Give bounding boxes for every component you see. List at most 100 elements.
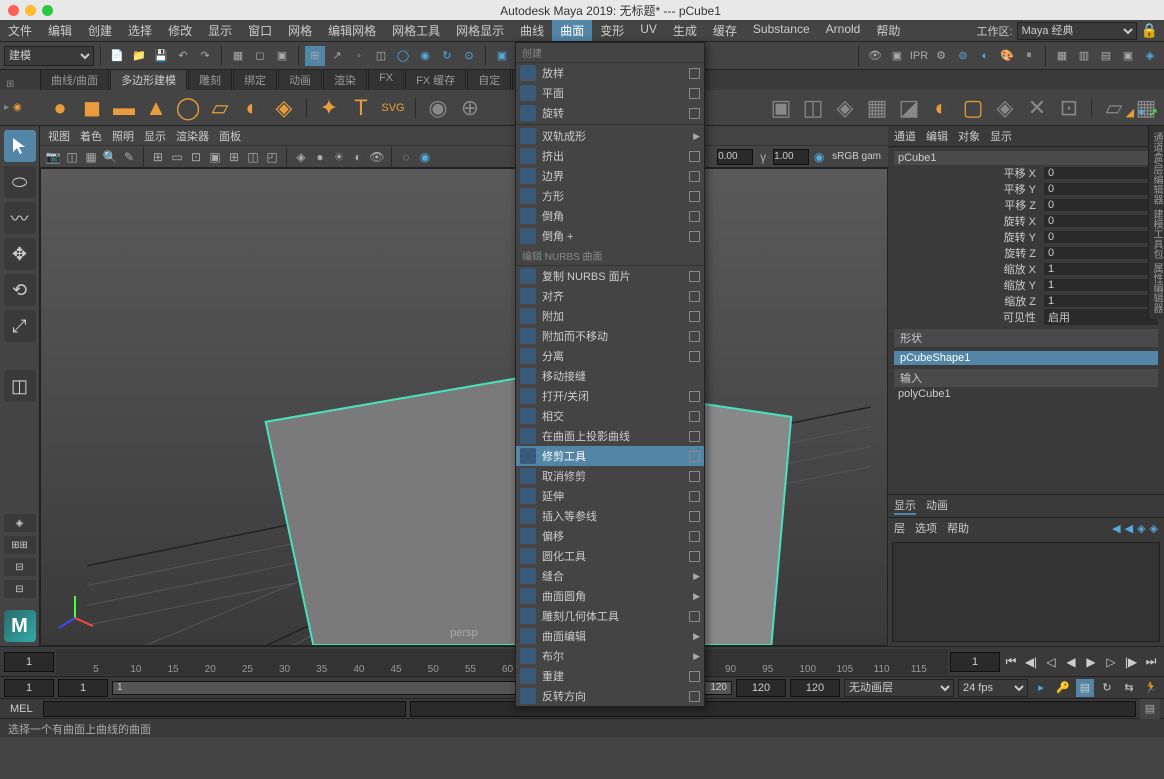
- dd-item-重建[interactable]: 重建: [516, 666, 704, 686]
- polycylinder-icon[interactable]: ▬: [110, 94, 138, 122]
- cb-attr-row[interactable]: 可见性启用: [894, 309, 1158, 325]
- layer-new-selected-icon[interactable]: ◈: [1150, 522, 1158, 535]
- vp-field-chart-icon[interactable]: ⊞: [225, 148, 243, 166]
- panel-layout-3-icon[interactable]: ▤: [1096, 46, 1116, 66]
- layer-new-empty-icon[interactable]: ◈: [1137, 522, 1145, 535]
- workspace-selector[interactable]: 工作区: Maya 经典 🔒: [977, 22, 1164, 40]
- cb-tab-object[interactable]: 对象: [958, 128, 980, 144]
- option-box-icon[interactable]: [689, 431, 700, 442]
- menu-变形[interactable]: 变形: [592, 20, 632, 41]
- dd-item-放样[interactable]: 放样: [516, 63, 704, 83]
- light-editor-icon[interactable]: ◐: [975, 46, 995, 66]
- vp-res-gate-icon[interactable]: ⊡: [187, 148, 205, 166]
- ipr-icon[interactable]: IPR: [909, 46, 929, 66]
- dd-item-曲面编辑[interactable]: 曲面编辑▶: [516, 626, 704, 646]
- option-box-icon[interactable]: [689, 108, 700, 119]
- menu-编辑网格[interactable]: 编辑网格: [320, 20, 384, 41]
- snap-curve-icon[interactable]: ↗: [327, 46, 347, 66]
- dd-item-取消修剪[interactable]: 取消修剪: [516, 466, 704, 486]
- option-box-icon[interactable]: [689, 671, 700, 682]
- option-box-icon[interactable]: [689, 88, 700, 99]
- shelf-tab-1[interactable]: 多边形建模: [110, 69, 187, 90]
- dd-item-延伸[interactable]: 延伸: [516, 486, 704, 506]
- dd-item-曲面圆角[interactable]: 曲面圆角▶: [516, 586, 704, 606]
- scale-tool[interactable]: ⤢: [4, 310, 36, 342]
- dd-item-对齐[interactable]: 对齐: [516, 286, 704, 306]
- vp-menu-renderer[interactable]: 渲染器: [176, 128, 209, 144]
- character-icon[interactable]: 🏃: [1142, 679, 1160, 697]
- side-tab-attribute-editor[interactable]: 属性编辑器: [1151, 263, 1164, 313]
- polycube-icon[interactable]: ◼: [78, 94, 106, 122]
- range-outer-start[interactable]: [4, 679, 54, 697]
- shelf-tab-8[interactable]: 自定: [467, 69, 511, 90]
- cb-attr-value[interactable]: 1: [1044, 263, 1158, 275]
- option-box-icon[interactable]: [689, 551, 700, 562]
- cb-object-name[interactable]: pCube1: [894, 151, 1158, 165]
- vp-2d-zoom-icon[interactable]: 🔍: [101, 148, 119, 166]
- dd-item-双轨成形[interactable]: 双轨成形▶: [516, 126, 704, 146]
- dd-item-分离[interactable]: 分离: [516, 346, 704, 366]
- dd-item-移动接缝[interactable]: 移动接缝: [516, 366, 704, 386]
- render-icon[interactable]: ▣: [492, 46, 512, 66]
- option-box-icon[interactable]: [689, 351, 700, 362]
- bevel-icon[interactable]: ◪: [895, 94, 923, 122]
- option-box-icon[interactable]: [689, 271, 700, 282]
- polydisc-icon[interactable]: ◐: [238, 94, 266, 122]
- cb-attr-row[interactable]: 缩放 Y1: [894, 277, 1158, 293]
- dd-item-打开/关闭[interactable]: 打开/关闭: [516, 386, 704, 406]
- render-setup-icon[interactable]: ⊚: [953, 46, 973, 66]
- svg-icon[interactable]: SVG: [379, 94, 407, 122]
- option-box-icon[interactable]: [689, 171, 700, 182]
- vp-film-gate-icon[interactable]: ▭: [168, 148, 186, 166]
- command-lang-label[interactable]: MEL: [4, 703, 39, 715]
- menu-修改[interactable]: 修改: [160, 20, 200, 41]
- shelf-tab-0[interactable]: 曲线/曲面: [40, 69, 109, 90]
- lasso-tool[interactable]: ⬭: [4, 166, 36, 198]
- layer-tab-anim[interactable]: 动画: [926, 497, 948, 515]
- move-tool[interactable]: ✥: [4, 238, 36, 270]
- smooth-icon[interactable]: ▢: [959, 94, 987, 122]
- option-box-icon[interactable]: [689, 491, 700, 502]
- vp-grease-icon[interactable]: ✎: [120, 148, 138, 166]
- dd-item-旋转[interactable]: 旋转: [516, 103, 704, 123]
- maximize-window-icon[interactable]: [42, 5, 53, 16]
- vp-exposure-input[interactable]: [717, 149, 753, 165]
- range-outer-end[interactable]: [790, 679, 840, 697]
- vp-colorspace[interactable]: sRGB gam: [829, 151, 884, 162]
- go-to-end-icon[interactable]: ⏭: [1142, 653, 1160, 671]
- layer-menu-layers[interactable]: 层: [894, 520, 905, 536]
- range-inner-start[interactable]: [58, 679, 108, 697]
- option-box-icon[interactable]: [689, 231, 700, 242]
- rotate-tool[interactable]: ⟲: [4, 274, 36, 306]
- option-box-icon[interactable]: [689, 511, 700, 522]
- cb-attr-row[interactable]: 旋转 X0: [894, 213, 1158, 229]
- menu-帮助[interactable]: 帮助: [868, 20, 908, 41]
- cb-attr-row[interactable]: 缩放 Z1: [894, 293, 1158, 309]
- anim-layer-select[interactable]: 无动画层: [844, 679, 954, 697]
- menu-编辑[interactable]: 编辑: [40, 20, 80, 41]
- layer-move-up-icon[interactable]: ◀: [1112, 522, 1120, 535]
- polytorus-icon[interactable]: ◯: [174, 94, 202, 122]
- menu-曲面[interactable]: 曲面: [552, 20, 592, 41]
- layout-stack-icon[interactable]: ⊟: [4, 580, 36, 598]
- vp-camera-icon[interactable]: 📷: [44, 148, 62, 166]
- vp-menu-lighting[interactable]: 照明: [112, 128, 134, 144]
- dd-item-复制 NURBS 面片[interactable]: 复制 NURBS 面片: [516, 266, 704, 286]
- workspace-dropdown[interactable]: Maya 经典: [1017, 22, 1137, 40]
- menu-生成[interactable]: 生成: [665, 20, 705, 41]
- cb-attr-value[interactable]: 0: [1044, 167, 1158, 179]
- option-box-icon[interactable]: [689, 471, 700, 482]
- render-frame-icon[interactable]: ▣: [887, 46, 907, 66]
- vp-menu-shading[interactable]: 着色: [80, 128, 102, 144]
- option-box-icon[interactable]: [689, 191, 700, 202]
- vp-xray-icon[interactable]: ◌: [397, 148, 415, 166]
- vp-safe-title-icon[interactable]: ◰: [263, 148, 281, 166]
- set-key-icon[interactable]: 🔑: [1054, 679, 1072, 697]
- toggle-layout-icon[interactable]: ◈: [1140, 46, 1160, 66]
- dd-item-附加而不移动[interactable]: 附加而不移动: [516, 326, 704, 346]
- layout-sbs-icon[interactable]: ⊟: [4, 558, 36, 576]
- vp-wireframe-icon[interactable]: ◈: [292, 148, 310, 166]
- cb-attr-row[interactable]: 旋转 Z0: [894, 245, 1158, 261]
- dd-item-偏移[interactable]: 偏移: [516, 526, 704, 546]
- menu-窗口[interactable]: 窗口: [240, 20, 280, 41]
